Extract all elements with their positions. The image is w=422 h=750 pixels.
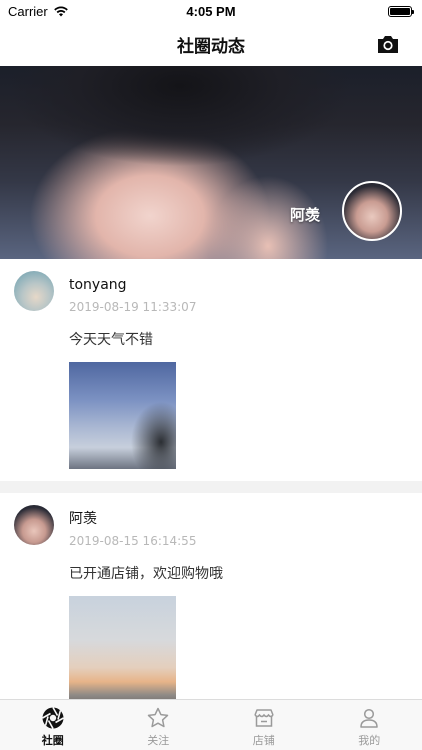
tab-bar: 社圈 关注 店铺 我的 — [0, 699, 422, 750]
post-image[interactable] — [69, 596, 176, 699]
tab-follow[interactable]: 关注 — [106, 700, 212, 750]
tab-label: 社圈 — [41, 734, 64, 747]
profile-banner: 阿羡 — [0, 66, 422, 259]
store-icon — [254, 709, 274, 727]
battery-icon — [388, 5, 414, 17]
feed: tonyang 2019-08-19 11:33:07 今天天气不错 阿羡 20… — [0, 259, 422, 699]
tab-label: 我的 — [358, 734, 381, 747]
post-body: tonyang 2019-08-19 11:33:07 今天天气不错 — [69, 271, 422, 469]
carrier-label: Carrier — [8, 3, 48, 19]
banner-avatar[interactable] — [342, 181, 402, 241]
page-title: 社圈动态 — [177, 36, 245, 57]
camera-icon[interactable] — [376, 33, 400, 55]
aperture-icon — [41, 707, 64, 729]
divider — [0, 481, 422, 493]
banner-photo — [10, 66, 350, 186]
post-timestamp: 2019-08-15 16:14:55 — [69, 534, 197, 548]
status-bar: Carrier 4:05 PM — [0, 0, 422, 22]
tab-label: 关注 — [147, 734, 170, 747]
tab-community[interactable]: 社圈 — [0, 700, 106, 750]
user-icon — [360, 708, 378, 728]
post-timestamp: 2019-08-19 11:33:07 — [69, 300, 197, 314]
post: tonyang 2019-08-19 11:33:07 今天天气不错 — [0, 259, 422, 481]
tab-store[interactable]: 店铺 — [211, 700, 317, 750]
star-icon — [148, 707, 169, 728]
post-username[interactable]: 阿羡 — [69, 505, 422, 529]
tab-profile[interactable]: 我的 — [317, 700, 422, 750]
nav-bar: 社圈动态 — [0, 22, 422, 66]
status-left: Carrier — [8, 4, 69, 19]
post-text: 今天天气不错 — [69, 332, 153, 348]
post-text: 已开通店铺，欢迎购物哦 — [69, 566, 223, 582]
post-image[interactable] — [69, 362, 176, 469]
wifi-icon — [53, 6, 68, 17]
avatar[interactable] — [14, 505, 54, 545]
post-username[interactable]: tonyang — [69, 271, 422, 295]
post-body: 阿羡 2019-08-15 16:14:55 已开通店铺，欢迎购物哦 — [69, 505, 422, 699]
banner-username: 阿羡 — [289, 206, 320, 224]
avatar[interactable] — [14, 271, 54, 311]
post: 阿羡 2019-08-15 16:14:55 已开通店铺，欢迎购物哦 — [0, 493, 422, 699]
tab-label: 店铺 — [252, 734, 275, 747]
